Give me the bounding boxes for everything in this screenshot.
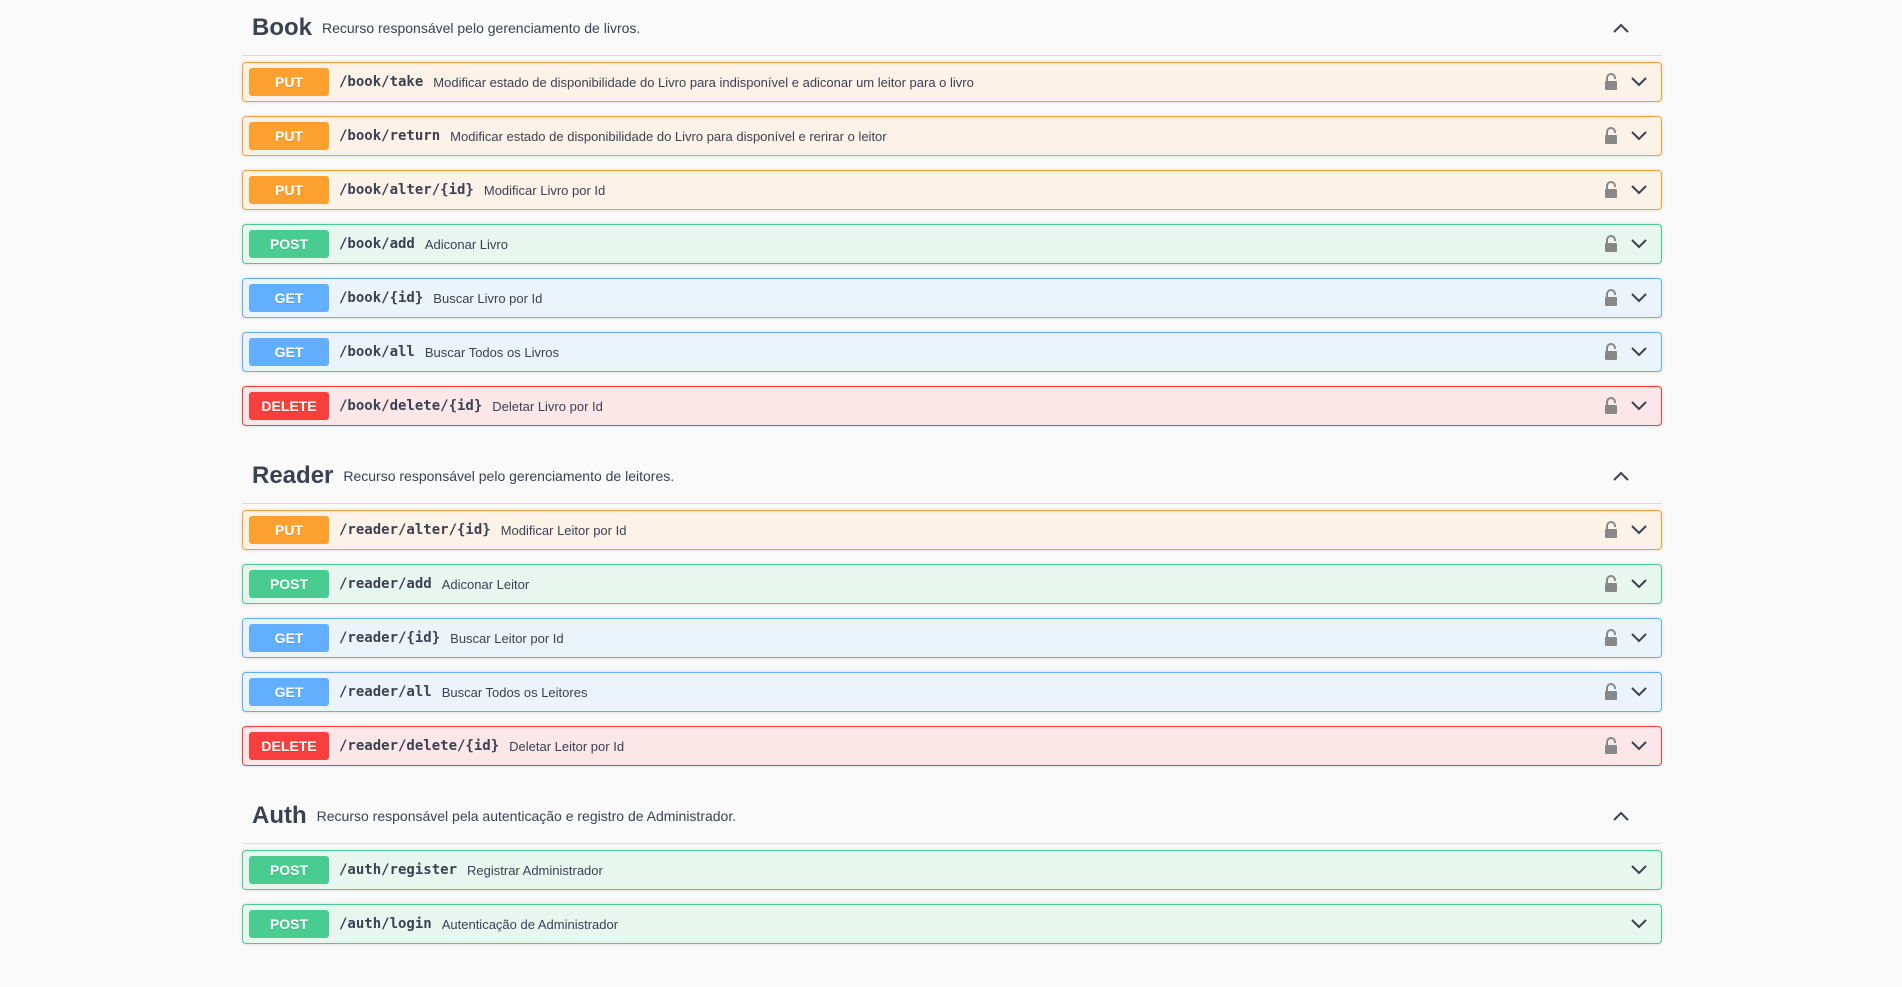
tag-section-book: Book Recurso responsável pelo gerenciamen… <box>242 0 1662 426</box>
chevron-up-icon[interactable] <box>1606 801 1636 831</box>
operation-summary: Deletar Livro por Id <box>492 398 603 414</box>
operation-path: /book/alter/{id} <box>339 182 474 198</box>
lock-icon[interactable] <box>1601 179 1621 201</box>
tag-description: Recurso responsável pelo gerenciamento d… <box>322 19 641 36</box>
chevron-down-icon[interactable] <box>1627 858 1651 882</box>
lock-icon[interactable] <box>1601 395 1621 417</box>
method-badge: PUT <box>249 122 329 150</box>
method-badge: GET <box>249 678 329 706</box>
method-badge: GET <box>249 338 329 366</box>
operation-row[interactable]: DELETE/book/delete/{id} Deletar Livro por… <box>242 386 1662 426</box>
tag-name: Reader <box>252 461 334 489</box>
api-docs: Book Recurso responsável pelo gerenciamen… <box>242 0 1662 966</box>
operation-path: /book/{id} <box>339 290 424 306</box>
lock-icon[interactable] <box>1601 287 1621 309</box>
operation-path: /reader/add <box>339 576 432 592</box>
chevron-down-icon[interactable] <box>1627 70 1651 94</box>
operation-summary: Modificar estado de disponibilidade do L… <box>450 128 887 144</box>
chevron-down-icon[interactable] <box>1627 680 1651 704</box>
lock-icon[interactable] <box>1601 573 1621 595</box>
operation-summary: Adiconar Livro <box>424 236 508 252</box>
operation-summary: Deletar Leitor por Id <box>509 738 625 754</box>
chevron-up-icon[interactable] <box>1606 13 1636 43</box>
operation-row[interactable]: GET/book/{id} Buscar Livro por Id <box>242 278 1662 318</box>
operation-summary: Modificar estado de disponibilidade do L… <box>433 74 974 90</box>
chevron-up-icon[interactable] <box>1606 461 1636 491</box>
tag-description: Recurso responsável pelo gerenciamento d… <box>343 467 675 484</box>
chevron-down-icon[interactable] <box>1627 178 1651 202</box>
operation-summary: Buscar Leitor por Id <box>450 630 564 646</box>
tag-header[interactable]: Auth Recurso responsável pela autenticaçã… <box>242 788 1662 844</box>
operation-path: /book/return <box>339 128 441 144</box>
tag-header[interactable]: Book Recurso responsável pelo gerenciamen… <box>242 0 1662 56</box>
operation-path: /book/take <box>339 74 424 90</box>
lock-icon[interactable] <box>1601 71 1621 93</box>
method-badge: PUT <box>249 68 329 96</box>
chevron-down-icon[interactable] <box>1627 124 1651 148</box>
operation-path: /book/add <box>339 236 415 252</box>
operation-row[interactable]: POST/reader/add Adiconar Leitor <box>242 564 1662 604</box>
lock-icon[interactable] <box>1601 681 1621 703</box>
operation-path: /reader/all <box>339 684 432 700</box>
operation-row[interactable]: PUT/book/alter/{id} Modificar Livro por I… <box>242 170 1662 210</box>
chevron-down-icon[interactable] <box>1627 572 1651 596</box>
operation-summary: Registrar Administrador <box>467 862 603 878</box>
method-badge: PUT <box>249 516 329 544</box>
tag-description: Recurso responsável pela autenticação e … <box>316 807 737 824</box>
chevron-down-icon[interactable] <box>1627 734 1651 758</box>
lock-icon[interactable] <box>1601 233 1621 255</box>
chevron-down-icon[interactable] <box>1627 394 1651 418</box>
operation-path: /auth/register <box>339 862 458 878</box>
operation-path: /reader/delete/{id} <box>339 738 500 754</box>
chevron-down-icon[interactable] <box>1627 340 1651 364</box>
method-badge: POST <box>249 570 329 598</box>
tag-section-reader: Reader Recurso responsável pelo gerenciam… <box>242 448 1662 766</box>
lock-icon[interactable] <box>1601 125 1621 147</box>
method-badge: GET <box>249 284 329 312</box>
tag-header[interactable]: Reader Recurso responsável pelo gerenciam… <box>242 448 1662 504</box>
operation-row[interactable]: PUT/reader/alter/{id} Modificar Leitor po… <box>242 510 1662 550</box>
operation-path: /book/all <box>339 344 415 360</box>
operation-row[interactable]: GET/reader/{id} Buscar Leitor por Id <box>242 618 1662 658</box>
chevron-down-icon[interactable] <box>1627 286 1651 310</box>
method-badge: DELETE <box>249 732 329 760</box>
tag-section-auth: Auth Recurso responsável pela autenticaçã… <box>242 788 1662 944</box>
method-badge: POST <box>249 856 329 884</box>
tag-name: Auth <box>252 801 307 829</box>
lock-icon[interactable] <box>1601 519 1621 541</box>
operation-summary: Autenticação de Administrador <box>441 916 619 932</box>
operation-row[interactable]: POST/book/add Adiconar Livro <box>242 224 1662 264</box>
operation-summary: Buscar Todos os Leitores <box>441 684 588 700</box>
chevron-down-icon[interactable] <box>1627 626 1651 650</box>
operation-summary: Buscar Todos os Livros <box>424 344 560 360</box>
operation-summary: Buscar Livro por Id <box>433 290 543 306</box>
operation-path: /book/delete/{id} <box>339 398 483 414</box>
operation-path: /auth/login <box>339 916 432 932</box>
lock-icon[interactable] <box>1601 627 1621 649</box>
operation-path: /reader/{id} <box>339 630 441 646</box>
operation-row[interactable]: GET/book/all Buscar Todos os Livros <box>242 332 1662 372</box>
operation-row[interactable]: PUT/book/return Modificar estado de dispo… <box>242 116 1662 156</box>
operation-row[interactable]: PUT/book/take Modificar estado de disponi… <box>242 62 1662 102</box>
operation-path: /reader/alter/{id} <box>339 522 491 538</box>
operation-row[interactable]: DELETE/reader/delete/{id} Deletar Leitor … <box>242 726 1662 766</box>
tag-name: Book <box>252 13 312 41</box>
lock-icon[interactable] <box>1601 735 1621 757</box>
chevron-down-icon[interactable] <box>1627 912 1651 936</box>
operation-summary: Modificar Livro por Id <box>483 182 606 198</box>
operation-summary: Modificar Leitor por Id <box>500 522 627 538</box>
lock-icon[interactable] <box>1601 341 1621 363</box>
method-badge: PUT <box>249 176 329 204</box>
operation-row[interactable]: GET/reader/all Buscar Todos os Leitores <box>242 672 1662 712</box>
method-badge: GET <box>249 624 329 652</box>
operation-row[interactable]: POST/auth/register Registrar Administrado… <box>242 850 1662 890</box>
method-badge: POST <box>249 910 329 938</box>
chevron-down-icon[interactable] <box>1627 518 1651 542</box>
operation-row[interactable]: POST/auth/login Autenticação de Administr… <box>242 904 1662 944</box>
method-badge: DELETE <box>249 392 329 420</box>
operation-summary: Adiconar Leitor <box>441 576 530 592</box>
chevron-down-icon[interactable] <box>1627 232 1651 256</box>
method-badge: POST <box>249 230 329 258</box>
